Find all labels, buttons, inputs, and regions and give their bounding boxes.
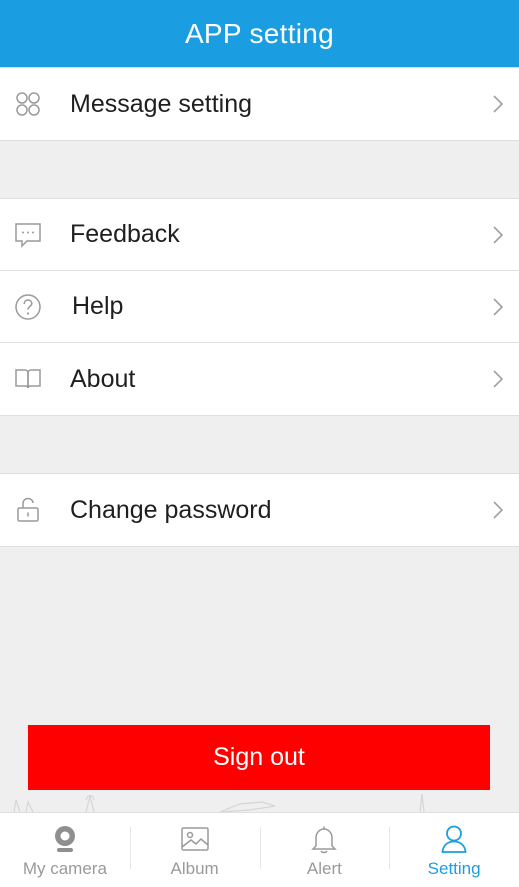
bell-icon	[308, 823, 340, 855]
settings-group-account: Change password	[0, 473, 519, 547]
chevron-right-icon	[493, 370, 504, 388]
question-circle-icon	[14, 293, 42, 321]
feedback-label: Feedback	[70, 220, 180, 248]
change-password-row[interactable]: Change password	[0, 474, 519, 546]
help-label: Help	[72, 292, 124, 320]
tab-album[interactable]: Album	[129, 813, 260, 887]
image-icon	[179, 823, 211, 855]
tab-alert-label: Alert	[306, 859, 342, 878]
book-icon	[14, 365, 42, 393]
sign-out-label: Sign out	[213, 743, 305, 771]
message-bubble-icon	[14, 221, 42, 249]
chevron-right-icon	[493, 95, 504, 113]
tab-my-camera-label: My camera	[22, 859, 107, 878]
sign-out-button[interactable]: Sign out	[28, 725, 490, 790]
tab-setting[interactable]: Setting	[389, 813, 519, 887]
header-bar: APP setting	[0, 0, 519, 67]
tab-alert[interactable]: Alert	[259, 813, 390, 887]
camera-icon	[49, 823, 81, 855]
tab-my-camera[interactable]: My camera	[0, 813, 130, 887]
feedback-row[interactable]: Feedback	[0, 199, 519, 271]
grid-icon	[14, 90, 42, 118]
lock-icon	[14, 496, 42, 524]
message-setting-row[interactable]: Message setting	[0, 68, 519, 140]
chevron-right-icon	[493, 501, 504, 519]
page-title: APP setting	[184, 17, 335, 49]
tab-setting-label: Setting	[427, 859, 481, 878]
change-password-label: Change password	[70, 495, 272, 524]
tab-album-label: Album	[170, 859, 219, 878]
skyline-watermark-icon	[13, 793, 425, 812]
chevron-right-icon	[493, 297, 504, 316]
chevron-right-icon	[493, 225, 504, 244]
settings-group-general: Message setting	[0, 67, 519, 141]
message-setting-label: Message setting	[70, 89, 253, 118]
help-row[interactable]: Help	[0, 271, 519, 343]
bottom-tab-bar: My camera Album Alert Setting	[0, 812, 519, 887]
user-icon	[438, 823, 470, 855]
about-row[interactable]: About	[0, 343, 519, 415]
about-label: About	[70, 364, 136, 393]
settings-group-support: Feedback Help About	[0, 198, 519, 416]
